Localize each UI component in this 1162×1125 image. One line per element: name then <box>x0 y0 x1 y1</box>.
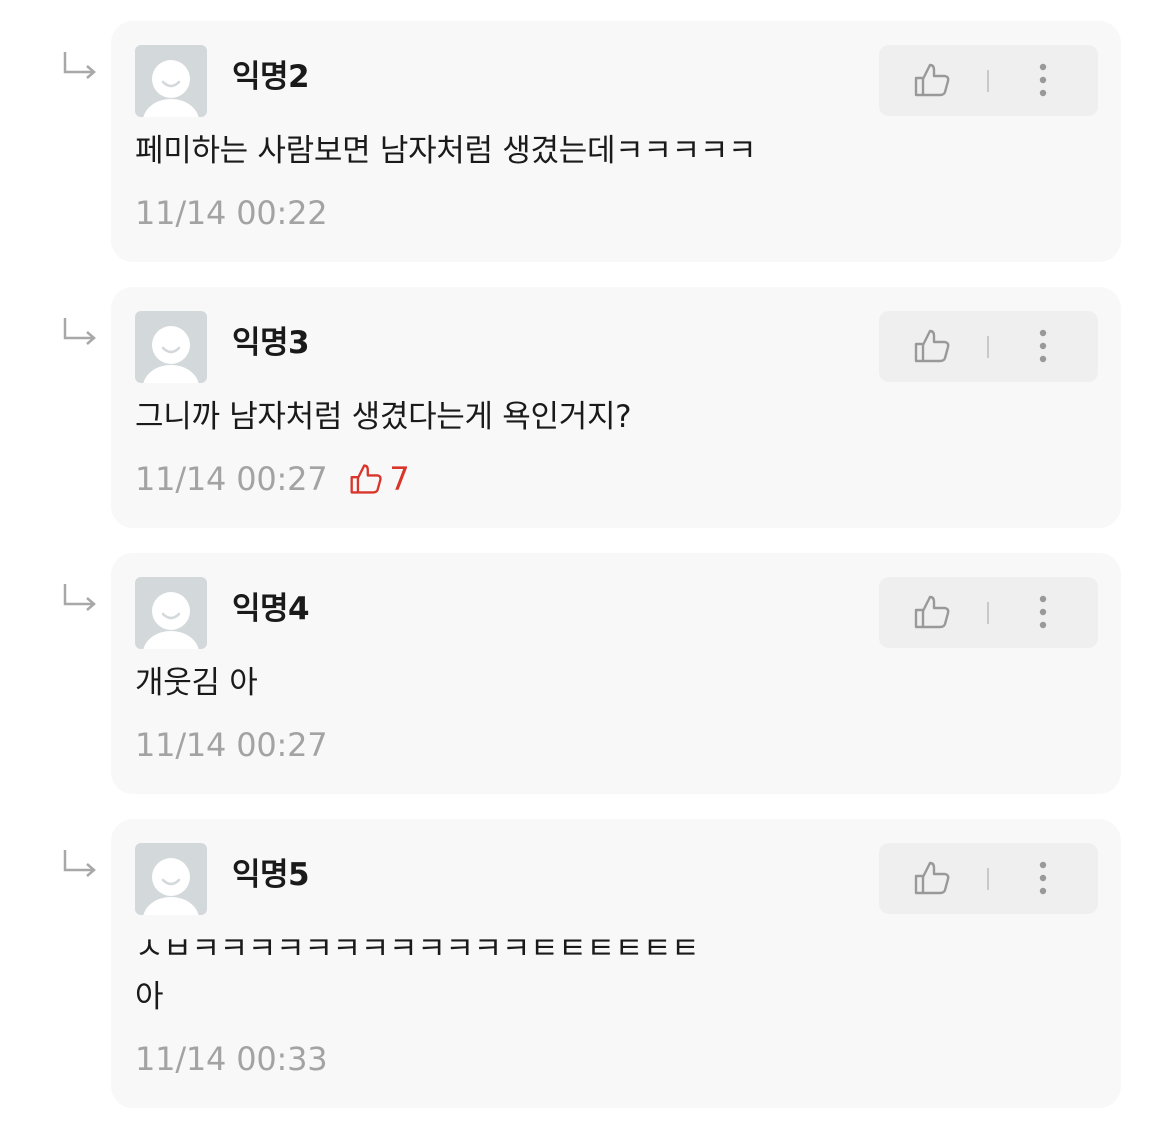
comment-meta: 11/14 00:33 <box>135 1039 328 1079</box>
comment-meta: 11/14 00:27 <box>135 725 328 765</box>
divider <box>987 868 989 890</box>
avatar <box>135 311 207 383</box>
thumbs-up-icon[interactable] <box>913 61 951 99</box>
vertical-ellipsis-icon[interactable] <box>1027 61 1059 99</box>
reply-arrow-icon <box>63 318 96 345</box>
username: 익명2 <box>232 59 310 95</box>
thumbs-up-icon[interactable] <box>913 593 951 631</box>
reply-arrow-icon <box>63 850 96 877</box>
thumbs-up-icon <box>350 464 383 494</box>
thumbs-up-icon[interactable] <box>913 859 951 897</box>
username: 익명5 <box>232 857 310 893</box>
username: 익명3 <box>232 325 310 361</box>
comment-actions <box>879 577 1098 648</box>
timestamp: 11/14 00:33 <box>135 1040 328 1078</box>
avatar <box>135 843 207 915</box>
thumbs-up-icon[interactable] <box>913 327 951 365</box>
vertical-ellipsis-icon[interactable] <box>1027 593 1059 631</box>
comment-text: 개웃김 아 <box>135 665 258 701</box>
comment-text: ㅅㅂㅋㅋㅋㅋㅋㅋㅋㅋㅋㅋㅋㅋㅌㅌㅌㅌㅌㅌ 아 <box>135 931 700 1015</box>
reply-arrow-icon <box>63 52 96 79</box>
anonymous-avatar-icon <box>143 326 199 383</box>
like-count-badge: 7 <box>349 459 410 499</box>
anonymous-avatar-icon <box>143 858 199 915</box>
like-count: 7 <box>389 460 410 498</box>
divider <box>987 70 989 92</box>
vertical-ellipsis-icon[interactable] <box>1027 859 1059 897</box>
timestamp: 11/14 00:22 <box>135 194 328 232</box>
comment-meta: 11/14 00:22 <box>135 193 328 233</box>
comment-card: 익명4 개웃김 아 11/14 00:27 <box>111 553 1121 794</box>
comment-card: 익명5 ㅅㅂㅋㅋㅋㅋㅋㅋㅋㅋㅋㅋㅋㅋㅌㅌㅌㅌㅌㅌ 아 11/14 00:33 <box>111 819 1121 1108</box>
comment-card: 익명3 그니까 남자처럼 생겼다는게 욕인거지? 11/14 00:27 7 <box>111 287 1121 528</box>
vertical-ellipsis-icon[interactable] <box>1027 327 1059 365</box>
comment-meta: 11/14 00:27 7 <box>135 459 410 499</box>
avatar <box>135 577 207 649</box>
username: 익명4 <box>232 591 310 627</box>
anonymous-avatar-icon <box>143 592 199 649</box>
comment-text: 페미하는 사람보면 남자처럼 생겼는데ㅋㅋㅋㅋㅋ <box>135 133 757 169</box>
anonymous-avatar-icon <box>143 60 199 117</box>
comment-text: 그니까 남자처럼 생겼다는게 욕인거지? <box>135 399 632 435</box>
divider <box>987 336 989 358</box>
timestamp: 11/14 00:27 <box>135 460 328 498</box>
timestamp: 11/14 00:27 <box>135 726 328 764</box>
comment-actions <box>879 843 1098 914</box>
comment-actions <box>879 45 1098 116</box>
comment-card: 익명2 페미하는 사람보면 남자처럼 생겼는데ㅋㅋㅋㅋㅋ 11/14 00:22 <box>111 21 1121 262</box>
reply-arrow-icon <box>63 584 96 611</box>
avatar <box>135 45 207 117</box>
comment-actions <box>879 311 1098 382</box>
divider <box>987 602 989 624</box>
